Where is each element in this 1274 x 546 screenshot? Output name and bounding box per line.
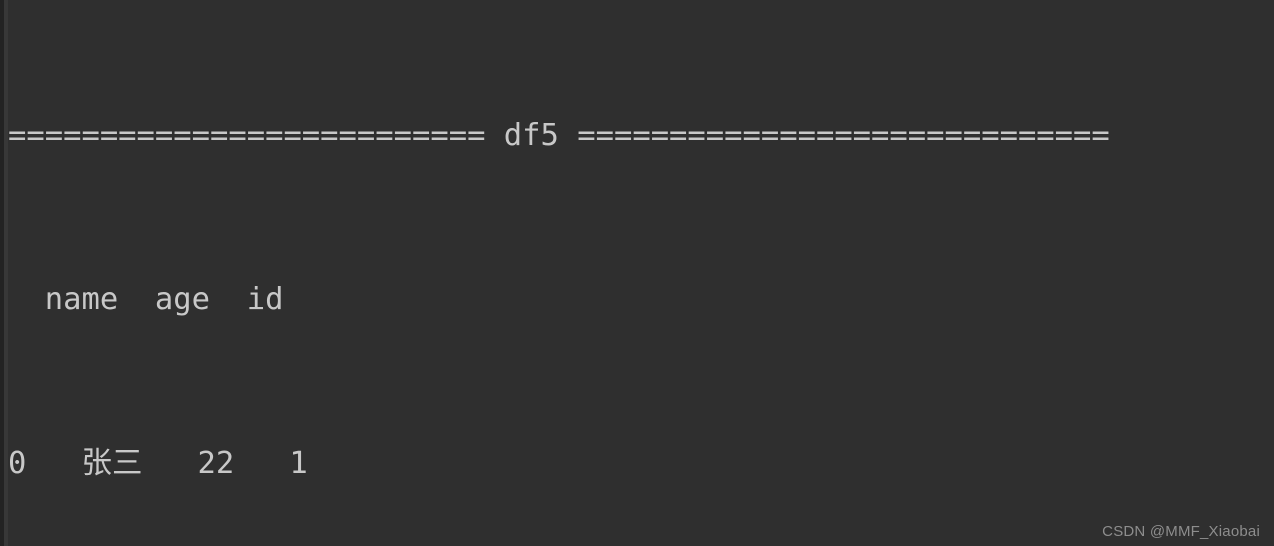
console-line-separator-df5: ========================== df5 =========… [8,118,1110,154]
console-line-df5-header: name age id [8,281,284,317]
console-text-area[interactable]: ========================== df5 =========… [8,0,1274,546]
terminal-output-screen: ========================== df5 =========… [0,0,1274,546]
csdn-watermark: CSDN @MMF_Xiaobai [1102,523,1260,540]
console-line-df5-row-0: 0 张三 22 1 [8,445,308,481]
